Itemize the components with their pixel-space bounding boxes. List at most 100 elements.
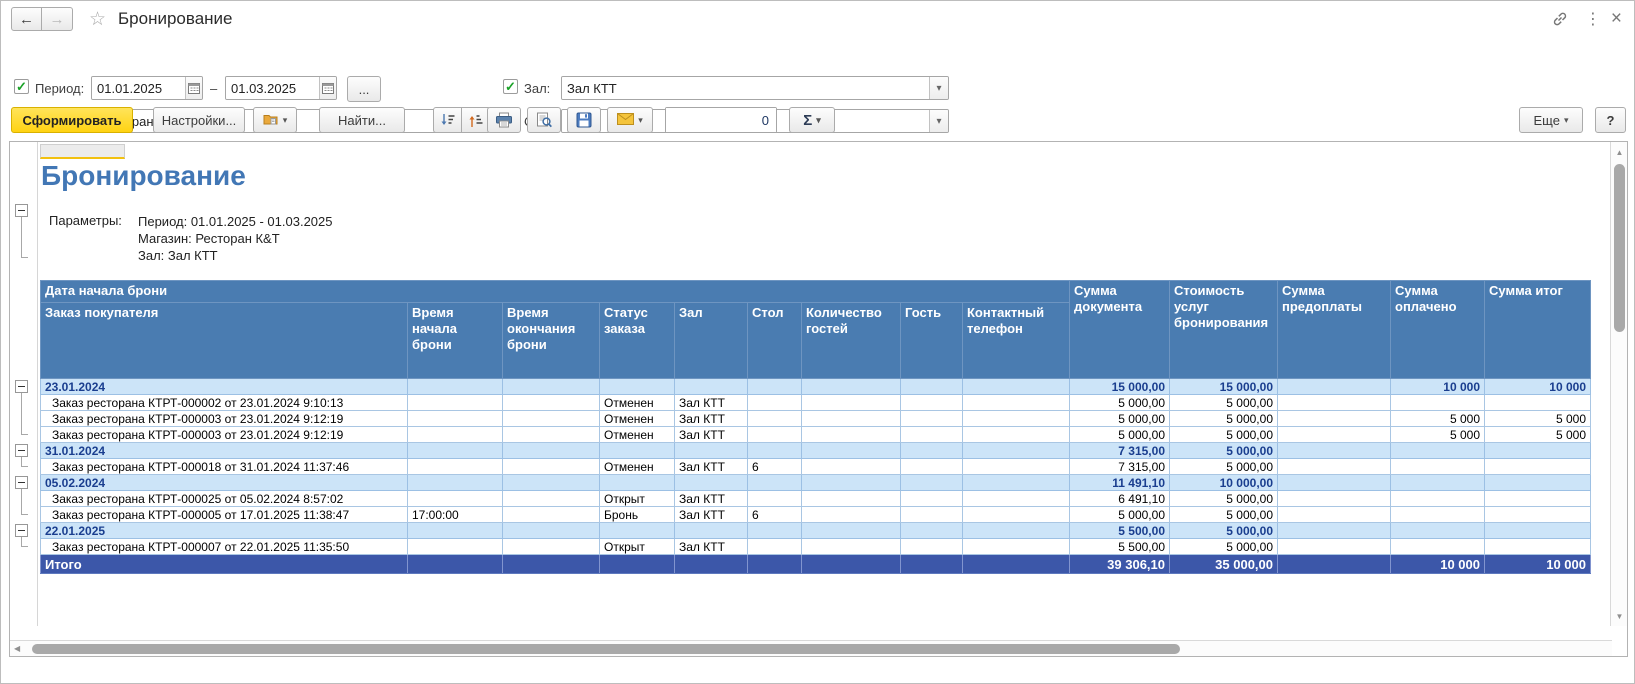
cell[interactable]: 31.01.2024 [41, 443, 408, 459]
group-column-header[interactable]: Дата начала брони [41, 281, 1070, 303]
cell[interactable] [408, 379, 503, 395]
cell[interactable]: Заказ ресторана КТРТ-000018 от 31.01.202… [41, 459, 408, 475]
email-button[interactable]: ▾ [607, 107, 653, 133]
cell[interactable]: 5 000,00 [1170, 507, 1278, 523]
chevron-down-icon[interactable]: ▾ [929, 77, 948, 99]
cell[interactable] [748, 395, 802, 411]
cell[interactable] [802, 523, 901, 539]
cell[interactable] [408, 395, 503, 411]
cell[interactable] [901, 395, 963, 411]
column-header[interactable]: Сумма итог [1485, 281, 1591, 379]
help-button[interactable]: ? [1595, 107, 1626, 133]
cell[interactable] [1485, 395, 1591, 411]
cell[interactable] [901, 411, 963, 427]
cell[interactable] [802, 443, 901, 459]
cell[interactable]: 5 000,00 [1170, 443, 1278, 459]
cell[interactable] [1485, 491, 1591, 507]
cell[interactable] [1278, 395, 1391, 411]
cell[interactable]: Зал КТТ [675, 427, 748, 443]
cell[interactable]: 6 491,10 [1070, 491, 1170, 507]
cell[interactable] [901, 427, 963, 443]
hall-checkbox[interactable]: ✓ [503, 79, 518, 94]
cell[interactable]: 5 000,00 [1170, 523, 1278, 539]
cell[interactable]: 10 000 [1485, 379, 1591, 395]
cell[interactable]: 7 315,00 [1070, 443, 1170, 459]
cell[interactable] [675, 443, 748, 459]
cell[interactable] [1278, 427, 1391, 443]
cell[interactable] [1278, 475, 1391, 491]
cell[interactable] [802, 491, 901, 507]
cell[interactable] [408, 427, 503, 443]
table-row[interactable]: Заказ ресторана КТРТ-000003 от 23.01.202… [41, 411, 1591, 427]
cell[interactable]: 35 000,00 [1170, 555, 1278, 574]
column-header[interactable]: Стоимость услуг бронирования [1170, 281, 1278, 379]
cell[interactable] [503, 443, 600, 459]
cell[interactable] [1278, 411, 1391, 427]
horizontal-scroll-thumb[interactable] [32, 644, 1180, 654]
cell[interactable] [503, 379, 600, 395]
period-more-button[interactable]: ... [347, 76, 381, 102]
group-row[interactable]: 31.01.2024 7 315,005 000,00 [41, 443, 1591, 459]
cell[interactable] [748, 443, 802, 459]
cell[interactable]: 5 000 [1485, 411, 1591, 427]
table-row[interactable]: Заказ ресторана КТРТ-000002 от 23.01.202… [41, 395, 1591, 411]
vertical-scroll-thumb[interactable] [1614, 164, 1625, 332]
cell[interactable] [600, 379, 675, 395]
cell[interactable] [901, 459, 963, 475]
table-row[interactable]: Заказ ресторана КТРТ-000003 от 23.01.202… [41, 427, 1591, 443]
cell[interactable] [1391, 491, 1485, 507]
cell[interactable] [1391, 459, 1485, 475]
cell[interactable] [802, 395, 901, 411]
find-button[interactable]: Найти... [319, 107, 405, 133]
cell[interactable] [408, 555, 503, 574]
cell[interactable] [1278, 443, 1391, 459]
cell[interactable]: 23.01.2024 [41, 379, 408, 395]
cell[interactable] [1391, 395, 1485, 411]
cell[interactable] [1391, 475, 1485, 491]
collapse-group-button[interactable] [15, 444, 28, 457]
cell[interactable]: Заказ ресторана КТРТ-000005 от 17.01.202… [41, 507, 408, 523]
cell[interactable] [802, 411, 901, 427]
print-button[interactable] [487, 107, 521, 133]
cell[interactable] [748, 555, 802, 574]
cell[interactable]: 6 [748, 507, 802, 523]
cell[interactable]: 5 000 [1391, 411, 1485, 427]
cell[interactable]: 5 500,00 [1070, 539, 1170, 555]
cell[interactable] [802, 459, 901, 475]
cell[interactable] [1485, 475, 1591, 491]
scroll-up-icon[interactable]: ▲ [1611, 144, 1628, 160]
collapse-group-button[interactable] [15, 476, 28, 489]
cell[interactable] [963, 475, 1070, 491]
cell[interactable]: 10 000 [1485, 555, 1591, 574]
collapse-group-button[interactable] [15, 524, 28, 537]
cell[interactable]: Открыт [600, 539, 675, 555]
cell[interactable] [901, 539, 963, 555]
cell[interactable]: 10 000 [1391, 379, 1485, 395]
cell[interactable] [1278, 507, 1391, 523]
cell[interactable] [748, 539, 802, 555]
cell[interactable]: 5 000,00 [1070, 507, 1170, 523]
cell[interactable] [503, 507, 600, 523]
cell[interactable]: 5 000,00 [1070, 427, 1170, 443]
cell[interactable] [963, 379, 1070, 395]
column-header[interactable]: Сумма предоплаты [1278, 281, 1391, 379]
cell[interactable] [675, 555, 748, 574]
cell[interactable] [503, 411, 600, 427]
cell[interactable] [802, 475, 901, 491]
cell[interactable] [408, 443, 503, 459]
cell[interactable] [1485, 539, 1591, 555]
cell[interactable] [802, 539, 901, 555]
cell[interactable] [802, 555, 901, 574]
settings-button[interactable]: Настройки... [153, 107, 245, 133]
cell[interactable] [675, 379, 748, 395]
cell[interactable]: 39 306,10 [1070, 555, 1170, 574]
cell[interactable]: 5 500,00 [1070, 523, 1170, 539]
cell[interactable] [675, 523, 748, 539]
cell[interactable] [503, 395, 600, 411]
cell[interactable]: 5 000,00 [1070, 411, 1170, 427]
cell[interactable]: 22.01.2025 [41, 523, 408, 539]
total-row[interactable]: Итого39 306,1035 000,0010 00010 000 [41, 555, 1591, 574]
cell[interactable] [503, 523, 600, 539]
cell[interactable] [408, 411, 503, 427]
counter-input[interactable] [666, 108, 776, 132]
